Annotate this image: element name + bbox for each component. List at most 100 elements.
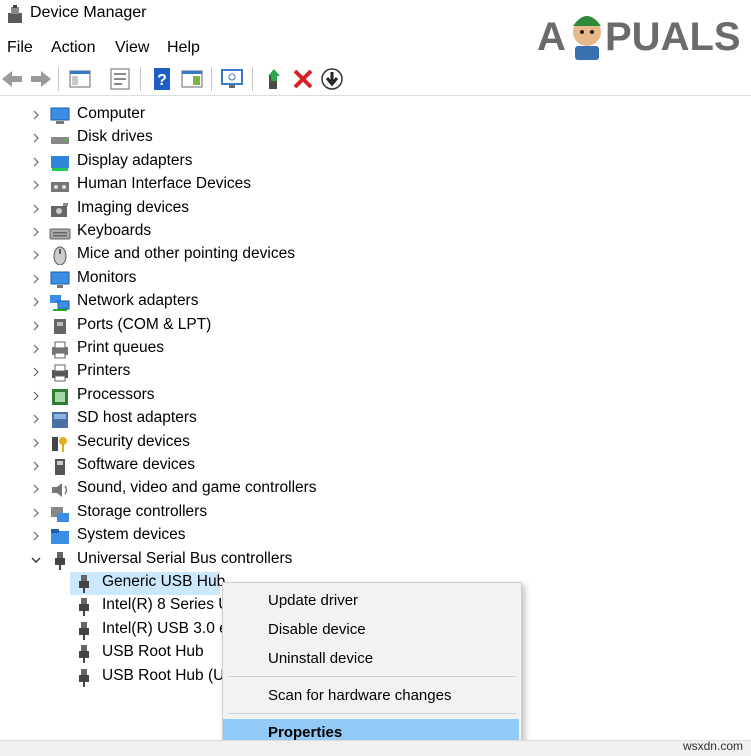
tree-item-label: Print queues	[77, 339, 165, 356]
printer-icon	[52, 364, 68, 382]
back-arrow-icon[interactable]	[0, 67, 24, 91]
menu-item-disable-device[interactable]: Disable device	[223, 616, 519, 644]
menu-item-uninstall-device[interactable]: Uninstall device	[223, 645, 519, 673]
usb-plug-icon	[79, 598, 89, 617]
tree-item-label: Storage controllers	[77, 502, 208, 520]
tree-item-sd-host-adapters[interactable]: SD host adapters	[0, 408, 751, 431]
tree-item-label: Display adapters	[77, 151, 193, 169]
tree-item-universal-serial-bus-controllers[interactable]: Universal Serial Bus controllers	[0, 549, 751, 572]
chevron-right-icon[interactable]	[29, 295, 43, 309]
tree-item-ports-com-lpt[interactable]: Ports (COM & LPT)	[0, 315, 751, 338]
display-adapter-icon	[51, 155, 69, 171]
forward-arrow-icon[interactable]	[29, 67, 53, 91]
chevron-right-icon[interactable]	[29, 529, 43, 543]
chevron-right-icon[interactable]	[29, 482, 43, 496]
svg-text:PUALS: PUALS	[605, 15, 741, 59]
chevron-right-icon[interactable]	[29, 272, 43, 286]
chevron-right-icon[interactable]	[29, 389, 43, 403]
help-icon[interactable]: ?	[150, 67, 174, 91]
chevron-right-icon[interactable]	[29, 248, 43, 262]
tree-item-label: SD host adapters	[77, 409, 197, 427]
chevron-right-icon[interactable]	[29, 459, 43, 473]
usb-device-label: Intel(R) 8 Series US	[102, 596, 240, 614]
menu-action[interactable]: Action	[51, 39, 95, 57]
tree-item-label: Printers	[77, 362, 131, 380]
chevron-right-icon[interactable]	[29, 319, 43, 333]
tree-item-label: Imaging devices	[77, 198, 190, 216]
menu-help[interactable]: Help	[167, 39, 200, 57]
print-queue-icon	[52, 341, 68, 359]
security-key-icon	[52, 436, 67, 452]
uninstall-x-icon[interactable]	[291, 67, 315, 91]
menu-item-label: Properties	[268, 724, 343, 741]
usb-plug-icon	[79, 668, 89, 687]
keyboard-icon	[49, 228, 71, 240]
tree-item-label: Keyboards	[77, 222, 152, 239]
speaker-icon	[52, 483, 68, 498]
show-hidden-icon[interactable]	[180, 67, 204, 91]
chevron-right-icon[interactable]	[29, 131, 43, 145]
tree-item-label: Sound, video and game controllers	[77, 479, 317, 497]
storage-controller-icon	[51, 506, 69, 522]
tree-item-print-queues[interactable]: Print queues	[0, 338, 751, 361]
update-driver-icon[interactable]	[262, 67, 286, 91]
menu-file[interactable]: File	[7, 39, 33, 57]
tree-item-label: Network adapters	[77, 292, 199, 310]
chevron-right-icon[interactable]	[29, 506, 43, 520]
monitor-scan-icon[interactable]	[220, 67, 244, 91]
chevron-right-icon[interactable]	[29, 108, 43, 122]
chevron-right-icon[interactable]	[29, 342, 43, 356]
tree-item-keyboards[interactable]: Keyboards	[0, 221, 751, 244]
toolbar: ?	[0, 63, 751, 96]
console-tree-icon[interactable]	[68, 67, 92, 91]
tree-item-network-adapters[interactable]: Network adapters	[0, 291, 751, 314]
chevron-right-icon[interactable]	[29, 178, 43, 192]
tree-item-processors[interactable]: Processors	[0, 385, 751, 408]
menu-item-scan-hardware[interactable]: Scan for hardware changes	[223, 682, 519, 710]
tree-item-label: Computer	[77, 105, 146, 122]
chevron-right-icon[interactable]	[29, 365, 43, 379]
menu-item-update-driver[interactable]: Update driver	[223, 587, 519, 615]
usb-device-label: Intel(R) USB 3.0 eX	[102, 619, 239, 637]
menu-item-label: Disable device	[268, 621, 366, 638]
properties-sheet-icon[interactable]	[108, 67, 132, 91]
toolbar-separator	[58, 67, 59, 91]
status-bar	[0, 740, 751, 756]
chevron-right-icon[interactable]	[29, 155, 43, 169]
menu-view[interactable]: View	[115, 39, 149, 57]
tree-item-label: Monitors	[77, 268, 137, 286]
tree-item-mice-and-other-pointing-devices[interactable]: Mice and other pointing devices	[0, 244, 751, 267]
chevron-right-icon[interactable]	[29, 202, 43, 216]
disk-drive-icon	[51, 137, 69, 145]
device-manager-app-icon	[8, 5, 22, 23]
tree-item-system-devices[interactable]: System devices	[0, 525, 751, 548]
tree-item-label: Universal Serial Bus controllers	[77, 549, 293, 567]
chevron-right-icon[interactable]	[29, 225, 43, 239]
tree-item-monitors[interactable]: Monitors	[0, 268, 751, 291]
usb-plug-icon	[79, 621, 89, 640]
tree-item-disk-drives[interactable]: Disk drives	[0, 127, 751, 150]
tree-item-display-adapters[interactable]: Display adapters	[0, 151, 751, 174]
software-device-icon	[55, 459, 65, 475]
usb-plug-icon	[79, 645, 89, 664]
tree-item-security-devices[interactable]: Security devices	[0, 432, 751, 455]
svg-text:?: ?	[157, 72, 167, 89]
tree-item-software-devices[interactable]: Software devices	[0, 455, 751, 478]
chevron-down-icon[interactable]	[29, 553, 43, 567]
chevron-right-icon[interactable]	[29, 412, 43, 426]
chevron-right-icon[interactable]	[29, 436, 43, 450]
hid-icon	[51, 182, 69, 193]
download-circle-icon[interactable]	[320, 67, 344, 91]
system-folder-icon	[51, 529, 69, 545]
tree-item-imaging-devices[interactable]: Imaging devices	[0, 198, 751, 221]
usb-device-label: USB Root Hub	[102, 643, 204, 661]
tree-item-human-interface-devices[interactable]: Human Interface Devices	[0, 174, 751, 197]
svg-text:A: A	[537, 15, 566, 59]
tree-item-printers[interactable]: Printers	[0, 361, 751, 384]
tree-item-label: Mice and other pointing devices	[77, 245, 295, 263]
tree-item-computer[interactable]: Computer	[0, 104, 751, 127]
menu-item-label: Uninstall device	[268, 650, 374, 667]
tree-item-storage-controllers[interactable]: Storage controllers	[0, 502, 751, 525]
tree-item-sound-video-and-game-controllers[interactable]: Sound, video and game controllers	[0, 478, 751, 501]
mouse-icon	[53, 246, 67, 266]
